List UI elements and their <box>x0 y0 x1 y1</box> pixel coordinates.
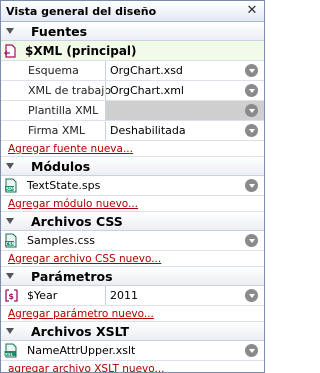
parameter-row[interactable]: $ $Year 2011 <box>1 286 264 306</box>
parameter-value: 2011 <box>110 289 138 302</box>
add-source-link[interactable]: Agregar fuente nueva... <box>1 141 264 157</box>
section-modules[interactable]: Módulos <box>1 157 264 176</box>
working-xml-value: OrgChart.xml <box>110 84 184 97</box>
xml-source-icon <box>4 43 16 58</box>
dropdown-arrow-icon[interactable] <box>245 234 258 247</box>
svg-text:XSL: XSL <box>5 351 14 356</box>
section-title: Módulos <box>31 158 91 174</box>
source-prop-row-xml-template[interactable]: Plantilla XML <box>1 101 264 121</box>
section-sources[interactable]: Fuentes <box>1 22 264 41</box>
css-file-row[interactable]: CSS Samples.css <box>1 231 264 251</box>
main-xml-source-row[interactable]: $XML (principal) <box>1 41 264 61</box>
prop-value-working-xml[interactable]: OrgChart.xml <box>105 81 264 100</box>
section-title: Archivos XSLT <box>31 323 130 339</box>
collapse-triangle-icon[interactable] <box>6 163 14 169</box>
close-icon[interactable]: ✕ <box>245 3 259 19</box>
svg-text:SPS: SPS <box>6 186 15 191</box>
collapse-triangle-icon[interactable] <box>6 328 14 334</box>
add-module-link[interactable]: Agregar módulo nuevo... <box>1 196 264 212</box>
css-file-name: Samples.css <box>27 234 95 247</box>
dropdown-arrow-icon[interactable] <box>245 104 258 117</box>
dropdown-arrow-icon[interactable] <box>245 84 258 97</box>
add-xslt-link[interactable]: agregar archivo XSLT nuevo... <box>1 361 264 373</box>
dropdown-arrow-icon[interactable] <box>245 179 258 192</box>
section-css-files[interactable]: Archivos CSS <box>1 212 264 231</box>
prop-value-xml-signature[interactable]: Deshabilitada <box>105 121 264 140</box>
css-file-icon: CSS <box>5 233 17 248</box>
panel-title: Vista general del diseño <box>6 4 157 18</box>
section-title: Archivos CSS <box>31 213 123 229</box>
section-title: Parámetros <box>31 268 113 284</box>
parameter-value-field[interactable]: 2011 <box>105 286 264 305</box>
svg-text:$: $ <box>8 292 14 301</box>
section-parameters[interactable]: Parámetros <box>1 267 264 286</box>
section-title: Fuentes <box>31 23 88 39</box>
parameter-name: $Year <box>27 289 58 302</box>
sps-file-icon: SPS <box>5 178 17 193</box>
dropdown-arrow-icon[interactable] <box>245 64 258 77</box>
panel-titlebar: Vista general del diseño ✕ <box>1 1 264 22</box>
add-css-link[interactable]: Agregar archivo CSS nuevo... <box>1 251 264 267</box>
prop-label-schema: Esquema <box>28 64 79 77</box>
main-xml-source-label: $XML (principal) <box>25 43 137 58</box>
add-parameter-link[interactable]: Agregar parámetro nuevo... <box>1 306 264 322</box>
prop-label-xml-signature: Firma XML <box>28 124 86 137</box>
module-row[interactable]: SPS TextState.sps <box>1 176 264 196</box>
source-prop-row-xml-signature[interactable]: Firma XML Deshabilitada <box>1 121 264 141</box>
collapse-triangle-icon[interactable] <box>6 273 14 279</box>
schema-value: OrgChart.xsd <box>110 64 183 77</box>
dropdown-arrow-icon[interactable] <box>245 344 258 357</box>
xml-signature-value: Deshabilitada <box>110 124 186 137</box>
xslt-file-row[interactable]: XSL NameAttrUpper.xslt <box>1 341 264 361</box>
section-xslt-files[interactable]: Archivos XSLT <box>1 322 264 341</box>
prop-label-xml-template: Plantilla XML <box>28 104 99 117</box>
parameter-icon: $ <box>4 289 18 302</box>
xslt-file-name: NameAttrUpper.xslt <box>27 344 136 357</box>
prop-value-xml-template <box>105 101 264 120</box>
dropdown-arrow-icon[interactable] <box>245 289 258 302</box>
xslt-file-icon: XSL <box>4 343 17 358</box>
source-prop-row-working-xml[interactable]: XML de trabajo OrgChart.xml <box>1 81 264 101</box>
svg-text:CSS: CSS <box>6 241 15 246</box>
prop-label-working-xml: XML de trabajo <box>28 84 111 97</box>
prop-value-schema[interactable]: OrgChart.xsd <box>105 61 264 80</box>
collapse-triangle-icon[interactable] <box>6 218 14 224</box>
collapse-triangle-icon[interactable] <box>6 28 14 34</box>
dropdown-arrow-icon[interactable] <box>245 124 258 137</box>
module-file-name: TextState.sps <box>27 179 101 192</box>
design-overview-panel: Vista general del diseño ✕ Fuentes $XML … <box>0 0 265 373</box>
source-prop-row-schema[interactable]: Esquema OrgChart.xsd <box>1 61 264 81</box>
